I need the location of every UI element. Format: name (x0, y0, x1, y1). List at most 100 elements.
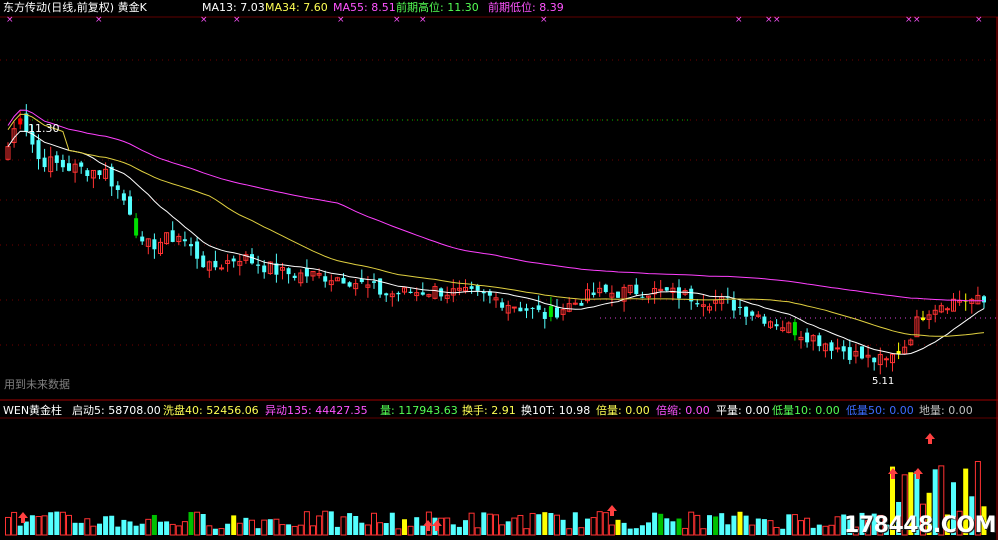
candle-body (847, 347, 852, 360)
volume-bar (127, 521, 133, 535)
top-marker: × (773, 15, 781, 25)
volume-bar (682, 527, 689, 536)
volume-bar (731, 515, 737, 535)
ind-low-volume50: 低量50: 0.00 (846, 404, 914, 417)
top-marker: × (419, 15, 427, 25)
top-marker: × (337, 15, 345, 25)
volume-bar (737, 511, 743, 535)
volume-bar (291, 525, 298, 536)
candle-body (591, 292, 596, 296)
volume-bar (505, 521, 511, 535)
volume-bar (188, 512, 194, 535)
volume-bar (206, 525, 213, 536)
candle-body (439, 288, 444, 297)
volume-bar (627, 528, 633, 535)
volume-bar (511, 517, 518, 536)
volume-bar (29, 515, 35, 535)
chart-window[interactable]: 东方传动(日线,前复权) 黄金K MA13: 7.03 MA34: 7.60 M… (0, 0, 998, 540)
volume-bar (773, 526, 780, 536)
candle-body (982, 296, 986, 303)
candle-body (408, 291, 413, 293)
candle-body (695, 303, 700, 305)
volume-bar (359, 522, 365, 535)
candle-body (744, 306, 749, 317)
volume-bar (200, 514, 206, 535)
volume-bar (450, 524, 456, 535)
volume-bar (517, 514, 524, 536)
volume-bar (121, 519, 127, 535)
candle-body (634, 284, 639, 295)
volume-bar (652, 512, 658, 535)
volume-bar (414, 517, 420, 535)
volume-bar (486, 513, 493, 536)
candle-body (201, 255, 206, 268)
candle-body (731, 299, 736, 311)
candle-body (738, 306, 742, 308)
volume-bar (249, 519, 255, 536)
candle-body (292, 275, 297, 278)
volume-bar (194, 511, 201, 536)
candle-body (829, 342, 834, 351)
ind-low-volume10: 低量10: 0.00 (772, 404, 840, 417)
candle-body (555, 307, 559, 318)
top-marker: × (765, 15, 773, 25)
volume-bar (719, 513, 725, 535)
candle-body (189, 244, 193, 247)
candle-body (511, 306, 517, 309)
volume-bar (175, 525, 182, 536)
volume-bar (542, 512, 548, 535)
volume-bar (761, 519, 767, 535)
candlestick-chart[interactable]: × × × × × × × × × × × × × × (0, 0, 998, 540)
candle-body (60, 159, 65, 168)
volume-bar (353, 515, 359, 535)
candle-body (841, 346, 846, 352)
volume-bar (694, 514, 701, 536)
candle-body (341, 277, 346, 284)
candle-body (152, 239, 157, 250)
candle-body (921, 317, 925, 321)
candle-body (323, 276, 328, 282)
volume-bar (536, 514, 542, 535)
volume-bar (786, 514, 792, 535)
candle-body (817, 335, 822, 347)
candle-body (872, 357, 877, 363)
volume-bar (17, 525, 23, 535)
volume-bar (749, 524, 756, 536)
volume-bar (139, 523, 145, 535)
candle-body (109, 166, 114, 187)
volume-bar (816, 524, 822, 535)
volume-bar (468, 512, 475, 536)
indicator-header: WEN黄金柱 启动5: 58708.00 洗盘40: 52456.06 异动13… (0, 402, 998, 418)
candle-body (128, 196, 132, 215)
candle-body (420, 292, 425, 295)
candle-body (286, 268, 291, 275)
volume-bar (133, 525, 139, 535)
volume-bar (670, 521, 676, 535)
volume-bar (602, 512, 609, 536)
candle-body (792, 322, 797, 336)
volume-bar (90, 525, 97, 536)
ind-flat-volume: 平量: 0.00 (716, 404, 770, 417)
volume-bar (316, 515, 323, 536)
volume-bar (347, 513, 353, 535)
volume-bar (664, 518, 670, 535)
volume-bar (225, 523, 231, 535)
top-marker: × (95, 15, 103, 25)
volume-bar (548, 512, 554, 535)
low-price-label: 5.11 (872, 376, 895, 387)
candle-body (134, 218, 139, 236)
candle-body (256, 264, 261, 266)
volume-bar (725, 524, 731, 535)
top-marker: × (200, 15, 208, 25)
candle-body (835, 347, 841, 350)
candle-body (347, 282, 352, 287)
volume-bar (688, 511, 695, 536)
volume-bar (646, 522, 651, 535)
volume-bar (389, 512, 395, 535)
volume-bar (54, 511, 60, 535)
candle-body (579, 302, 584, 306)
volume-bar (231, 515, 237, 535)
volume-bar (164, 521, 170, 535)
candle-body (548, 306, 553, 317)
volume-bar (438, 517, 445, 536)
